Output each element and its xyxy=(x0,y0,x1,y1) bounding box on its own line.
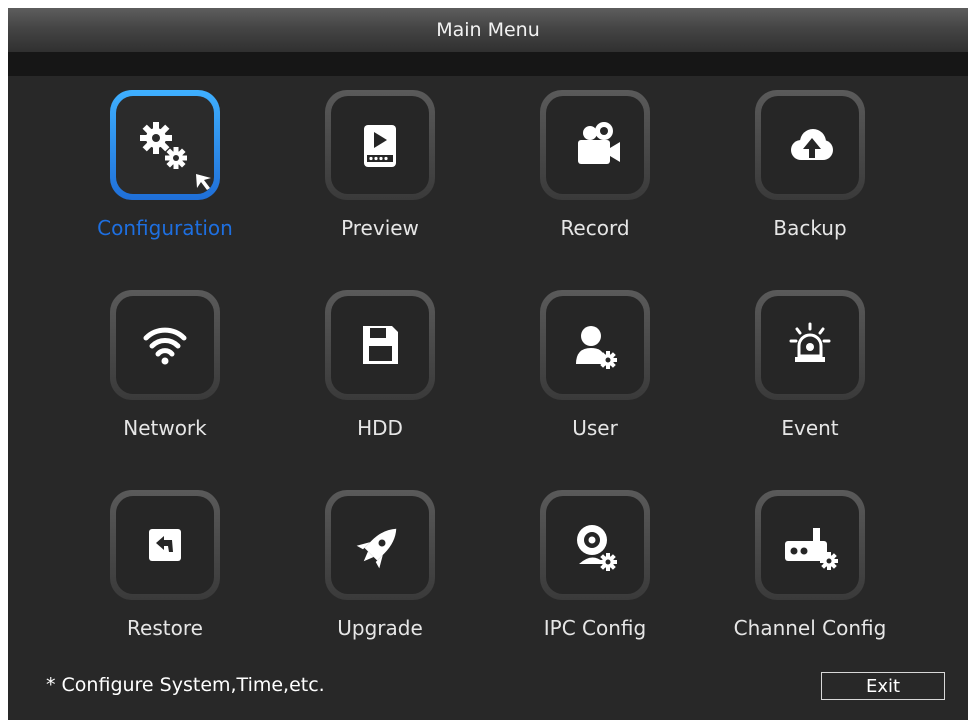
restore-arrow-icon xyxy=(149,529,181,561)
menu-item-preview[interactable]: Preview xyxy=(283,90,483,260)
menu-item-label: Configuration xyxy=(97,216,233,240)
floppy-disk-icon xyxy=(363,326,398,364)
menu-item-label: IPC Config xyxy=(543,616,647,640)
tile-frame xyxy=(755,290,865,400)
tile-frame xyxy=(540,90,650,200)
tile-frame xyxy=(110,90,220,200)
menu-item-label: Record xyxy=(560,216,630,240)
menu-item-hdd[interactable]: HDD xyxy=(283,290,483,460)
video-camera-icon xyxy=(578,122,620,164)
menu-item-network[interactable]: Network xyxy=(68,290,268,460)
menu-item-label: User xyxy=(572,416,618,440)
tile-frame xyxy=(325,90,435,200)
title-divider xyxy=(8,52,968,76)
tile-frame xyxy=(540,490,650,600)
menu-item-label: HDD xyxy=(357,416,403,440)
menu-item-upgrade[interactable]: Upgrade xyxy=(283,490,483,660)
tile-frame xyxy=(755,90,865,200)
menu-item-label: Restore xyxy=(127,616,203,640)
menu-item-label: Backup xyxy=(773,216,847,240)
menu-item-record[interactable]: Record xyxy=(498,90,698,260)
tile-frame xyxy=(110,290,220,400)
channel-device-gear-icon xyxy=(785,528,838,570)
rocket-icon xyxy=(356,528,397,569)
menu-item-restore[interactable]: Restore xyxy=(68,490,268,660)
menu-item-label: Preview xyxy=(341,216,419,240)
status-hint: * Configure System,Time,etc. xyxy=(46,674,325,696)
tile-frame xyxy=(755,490,865,600)
menu-item-event[interactable]: Event xyxy=(713,290,913,460)
menu-item-user[interactable]: User xyxy=(498,290,698,460)
wifi-icon xyxy=(143,327,187,365)
video-player-icon xyxy=(364,125,396,167)
tile-frame xyxy=(325,290,435,400)
menu-item-label: Event xyxy=(781,416,839,440)
webcam-gear-icon xyxy=(577,525,617,571)
menu-item-ipc-config[interactable]: IPC Config xyxy=(498,490,698,660)
gears-cursor-icon xyxy=(140,122,211,190)
tile-frame xyxy=(325,490,435,600)
tile-frame xyxy=(110,490,220,600)
user-gear-icon xyxy=(576,326,617,369)
main-menu-window: Main Menu Configuration Preview Record B… xyxy=(8,8,968,720)
cloud-upload-icon xyxy=(791,129,833,160)
menu-item-label: Upgrade xyxy=(337,616,423,640)
menu-item-configuration[interactable]: Configuration xyxy=(68,90,268,260)
menu-item-label: Channel Config xyxy=(733,616,887,640)
alarm-light-icon xyxy=(789,322,831,362)
tile-frame xyxy=(540,290,650,400)
menu-item-label: Network xyxy=(123,416,207,440)
menu-item-backup[interactable]: Backup xyxy=(713,90,913,260)
exit-button[interactable]: Exit xyxy=(821,672,945,700)
window-title: Main Menu xyxy=(8,8,968,52)
menu-item-channel-config[interactable]: Channel Config xyxy=(713,490,913,660)
